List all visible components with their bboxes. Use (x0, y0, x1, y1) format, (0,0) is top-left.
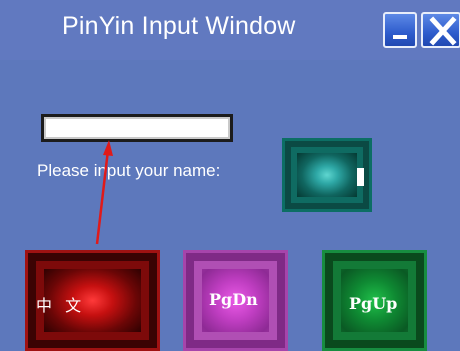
close-icon (429, 16, 457, 46)
minimize-button[interactable] (383, 12, 417, 48)
minimize-icon (393, 35, 407, 39)
name-input[interactable] (41, 114, 233, 142)
title-bar[interactable]: PinYin Input Window (0, 0, 460, 60)
pinyin-input-window: PinYin Input Window Please input your na… (0, 0, 460, 351)
page-down-button[interactable]: PgDn (183, 250, 288, 351)
chinese-mode-button[interactable]: 中 文 (25, 250, 160, 351)
page-down-label: PgDn (209, 290, 258, 309)
chinese-mode-label: 中 文 (36, 296, 86, 315)
cursor-bar-icon (357, 168, 364, 186)
window-title: PinYin Input Window (62, 12, 296, 40)
page-up-label: PgUp (349, 294, 398, 313)
close-button[interactable] (421, 12, 460, 48)
name-prompt-label: Please input your name: (37, 161, 221, 180)
confirm-button[interactable] (282, 138, 372, 212)
page-up-button[interactable]: PgUp (322, 250, 427, 351)
